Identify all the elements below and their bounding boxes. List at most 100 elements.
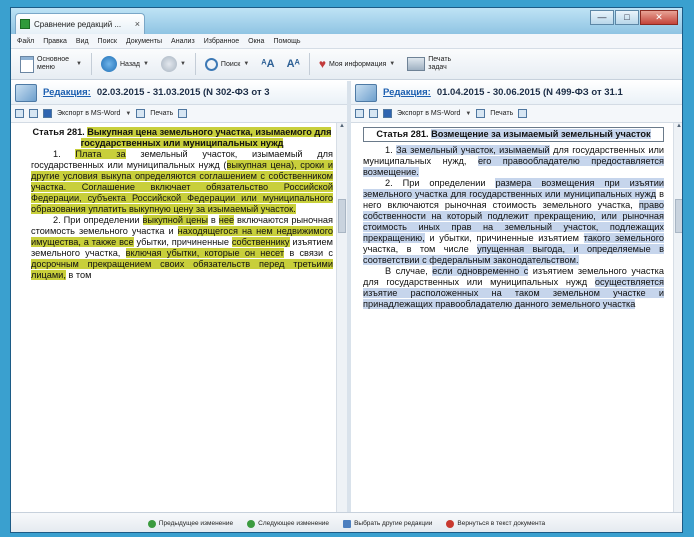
left-document-text: Статья 281. Выкупная цена земельного уча… bbox=[11, 123, 347, 512]
changed-text: Плата за bbox=[75, 149, 126, 159]
changed-text: такого земельного bbox=[583, 233, 664, 243]
toolbar: Основное меню ▼ Назад ▼ ▼ Поиск ▼ ᴬA Aᴬ … bbox=[11, 49, 682, 80]
left-edition-pane: Редакция: 02.03.2015 - 31.03.2015 (N 302… bbox=[11, 81, 347, 512]
paragraph-1: 1. Плата за земельный участок, изымаемый… bbox=[31, 149, 334, 214]
next-change-label: Следующее изменение bbox=[258, 520, 330, 527]
maximize-button[interactable]: □ bbox=[615, 10, 639, 25]
menu-edit[interactable]: Правка bbox=[43, 38, 67, 45]
paragraph-2: 2. При определении выкупной цены в нее в… bbox=[31, 215, 333, 280]
left-scrollbar[interactable]: ▲ bbox=[336, 123, 347, 512]
paragraph-3: В случае, если одновременно с изъятием з… bbox=[363, 266, 664, 309]
choose-editions-label: Выбрать другие редакции bbox=[354, 520, 433, 527]
right-export-button[interactable]: Экспорт в MS-Word bbox=[397, 110, 460, 117]
font-increase-icon: ᴬA bbox=[261, 58, 275, 70]
choose-editions-button[interactable]: Выбрать другие редакции bbox=[343, 519, 433, 528]
right-edition-dates: 01.04.2015 - 30.06.2015 (N 499-ФЗ от 31.… bbox=[436, 87, 623, 98]
right-scrollbar[interactable]: ▲ bbox=[673, 123, 682, 512]
menu-documents[interactable]: Документы bbox=[126, 38, 162, 45]
page-icon[interactable] bbox=[178, 109, 188, 118]
menu-favorites[interactable]: Избранное bbox=[204, 38, 239, 45]
left-edition-link[interactable]: Редакция: bbox=[43, 87, 91, 98]
changed-text: нее bbox=[218, 215, 235, 225]
chevron-down-icon[interactable]: ▼ bbox=[125, 111, 131, 117]
forward-button[interactable]: ▼ bbox=[158, 52, 189, 76]
window-controls: — □ ✕ bbox=[590, 10, 678, 25]
word-icon bbox=[43, 109, 52, 118]
word-icon bbox=[383, 109, 392, 118]
close-button[interactable]: ✕ bbox=[640, 10, 678, 25]
scroll-thumb[interactable] bbox=[675, 199, 682, 233]
changed-text: Выкупная цена земельного участка, изымае… bbox=[80, 127, 332, 148]
paragraph-2: 2. При определении размера возмещения пр… bbox=[363, 178, 665, 265]
article-title: Статья 281. Выкупная цена земельного уча… bbox=[32, 127, 332, 148]
left-export-button[interactable]: Экспорт в MS-Word bbox=[57, 110, 120, 117]
return-to-text-button[interactable]: Вернуться в текст документа bbox=[446, 519, 546, 528]
print-tasks-icon bbox=[407, 57, 426, 71]
changed-text: выкупной цены bbox=[142, 215, 208, 225]
toolbar-separator bbox=[90, 53, 92, 75]
back-button[interactable]: Назад ▼ bbox=[98, 52, 152, 76]
chevron-down-icon: ▼ bbox=[76, 61, 82, 67]
back-label: Назад bbox=[119, 60, 141, 68]
menu-windows[interactable]: Окна bbox=[248, 38, 264, 45]
next-change-button[interactable]: Следующее изменение bbox=[247, 519, 330, 528]
right-edition-pane: Редакция: 01.04.2015 - 30.06.2015 (N 499… bbox=[351, 81, 682, 512]
changed-text: собственнику bbox=[231, 237, 290, 247]
tab-title: Сравнение редакций ... bbox=[34, 19, 122, 29]
menu-file[interactable]: Файл bbox=[17, 38, 34, 45]
my-info-label: Моя информация bbox=[329, 60, 387, 68]
search-icon bbox=[204, 57, 218, 71]
scroll-up-icon[interactable]: ▲ bbox=[337, 123, 347, 133]
changed-text: За земельный участок, изымаемый bbox=[396, 145, 550, 155]
font-increase-button[interactable]: ᴬA bbox=[258, 52, 277, 76]
my-info-button[interactable]: ♥ Моя информация ▼ bbox=[316, 52, 398, 76]
changed-text: включая убытки, которые он несет bbox=[125, 248, 285, 258]
prev-change-icon bbox=[147, 519, 156, 528]
left-edition-header: Редакция: 02.03.2015 - 31.03.2015 (N 302… bbox=[11, 81, 347, 105]
print-tasks-label: Печать задач bbox=[428, 56, 452, 71]
chevron-down-icon[interactable]: ▼ bbox=[465, 111, 471, 117]
return-icon bbox=[446, 519, 455, 528]
heart-icon: ♥ bbox=[318, 57, 326, 71]
toolbar-separator bbox=[194, 53, 196, 75]
menu-view[interactable]: Вид bbox=[76, 38, 89, 45]
font-decrease-icon: Aᴬ bbox=[286, 58, 300, 70]
menu-search[interactable]: Поиск bbox=[98, 38, 117, 45]
view-icon[interactable] bbox=[355, 109, 364, 118]
right-edition-header: Редакция: 01.04.2015 - 30.06.2015 (N 499… bbox=[351, 81, 682, 105]
left-print-button[interactable]: Печать bbox=[150, 110, 173, 117]
tab-close-icon[interactable]: × bbox=[135, 19, 140, 29]
printer-icon bbox=[136, 109, 146, 118]
minimize-button[interactable]: — bbox=[590, 10, 614, 25]
right-document-text: Статья 281. Возмещение за изымаемый земе… bbox=[351, 123, 682, 512]
right-print-button[interactable]: Печать bbox=[490, 110, 513, 117]
prev-change-button[interactable]: Предыдущее изменение bbox=[147, 519, 233, 528]
menu-analysis[interactable]: Анализ bbox=[171, 38, 195, 45]
scroll-up-icon[interactable]: ▲ bbox=[674, 123, 682, 133]
menu-bar: Файл Правка Вид Поиск Документы Анализ И… bbox=[11, 34, 682, 49]
search-label: Поиск bbox=[220, 60, 241, 68]
right-edition-link[interactable]: Редакция: bbox=[383, 87, 431, 98]
chevron-down-icon: ▼ bbox=[389, 61, 396, 67]
changed-text: Возмещение за изымаемый земельный участо… bbox=[431, 129, 651, 139]
toolbar-separator bbox=[308, 53, 310, 75]
edition-icon bbox=[15, 83, 37, 102]
editions-icon bbox=[343, 519, 352, 528]
title-bar: Сравнение редакций ... × — □ ✕ bbox=[11, 8, 682, 34]
scroll-thumb[interactable] bbox=[338, 199, 346, 233]
document-tab[interactable]: Сравнение редакций ... × bbox=[15, 13, 145, 34]
search-button[interactable]: Поиск ▼ bbox=[202, 52, 252, 76]
font-decrease-button[interactable]: Aᴬ bbox=[284, 52, 303, 76]
return-to-text-label: Вернуться в текст документа bbox=[457, 520, 546, 527]
left-edition-dates: 02.03.2015 - 31.03.2015 (N 302-ФЗ от 3 bbox=[96, 87, 270, 98]
print-tasks-button[interactable]: Печать задач bbox=[404, 52, 461, 76]
main-menu-label: Основное меню bbox=[37, 56, 70, 71]
app-window: Сравнение редакций ... × — □ ✕ Файл Прав… bbox=[10, 7, 683, 533]
window-icon[interactable] bbox=[369, 109, 378, 118]
main-menu-button[interactable]: Основное меню ▼ bbox=[17, 52, 85, 76]
menu-help[interactable]: Помощь bbox=[273, 38, 300, 45]
view-icon[interactable] bbox=[15, 109, 24, 118]
window-icon[interactable] bbox=[29, 109, 38, 118]
changed-text: если одновременно с bbox=[432, 266, 529, 276]
page-icon[interactable] bbox=[518, 109, 528, 118]
